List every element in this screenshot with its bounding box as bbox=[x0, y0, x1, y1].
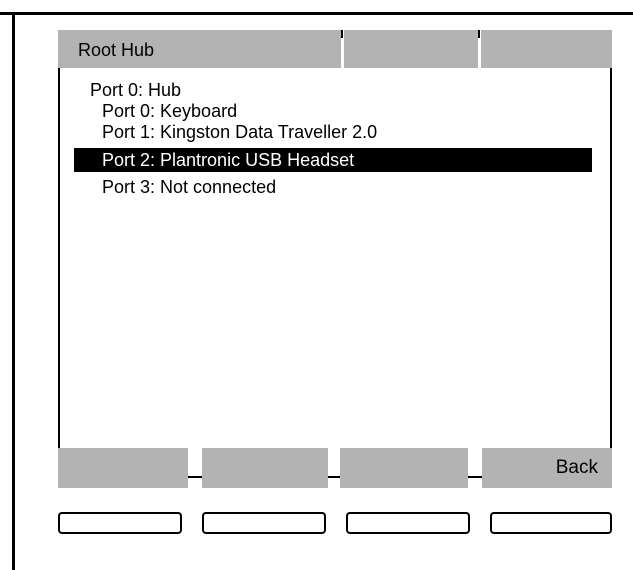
title-bar-segment bbox=[481, 30, 612, 68]
phone-screen: Root Hub Port 0: Hub Port 0: Keyboard Po… bbox=[58, 30, 612, 490]
hardware-softkey-button-1[interactable] bbox=[58, 512, 182, 534]
title-bar-divider bbox=[341, 30, 343, 38]
back-softkey[interactable]: Back bbox=[482, 448, 612, 488]
list-item-kingston[interactable]: Port 1: Kingston Data Traveller 2.0 bbox=[102, 120, 602, 144]
screen-title: Root Hub bbox=[78, 40, 155, 60]
softkey-1[interactable] bbox=[58, 448, 188, 488]
softkey-3[interactable] bbox=[340, 448, 468, 488]
list-item-headset-selected[interactable]: Port 2: Plantronic USB Headset bbox=[74, 148, 592, 172]
hardware-softkey-button-3[interactable] bbox=[346, 512, 470, 534]
hardware-softkey-button-2[interactable] bbox=[202, 512, 326, 534]
device-frame-top-border bbox=[0, 12, 633, 15]
hardware-softkey-button-4[interactable] bbox=[490, 512, 612, 534]
softkey-2[interactable] bbox=[202, 448, 328, 488]
title-bar-divider bbox=[478, 30, 480, 38]
title-bar-segment: Root Hub bbox=[58, 30, 341, 68]
usb-port-list: Port 0: Hub Port 0: Keyboard Port 1: Kin… bbox=[58, 68, 612, 478]
list-item-port3[interactable]: Port 3: Not connected bbox=[102, 175, 602, 199]
device-frame-left-border bbox=[12, 12, 15, 570]
title-bar-segment bbox=[344, 30, 478, 68]
